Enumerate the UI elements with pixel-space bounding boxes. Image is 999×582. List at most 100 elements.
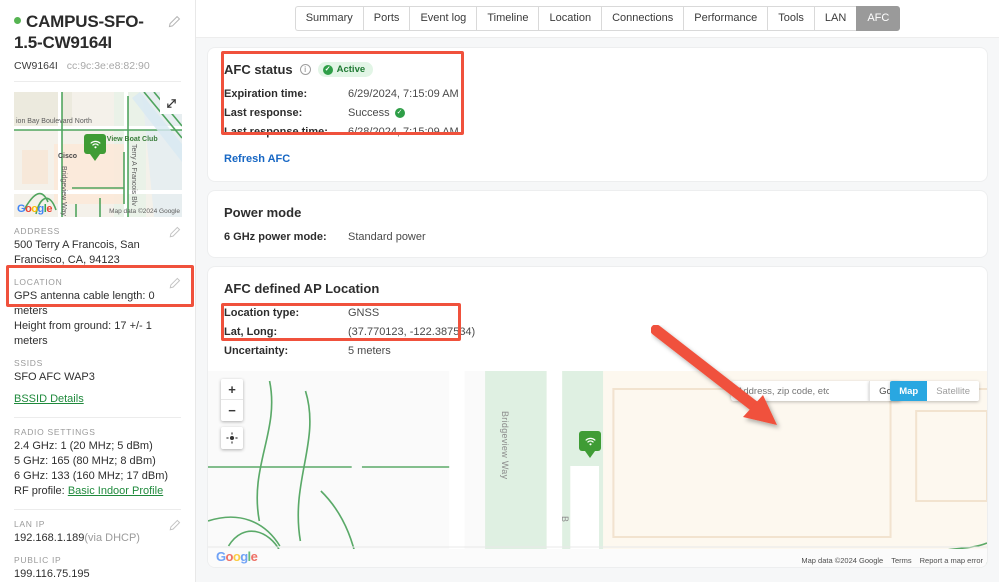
content-area: AFC status i ✓ Active Expiration time: 6…: [196, 38, 999, 582]
page-title: CAMPUS-SFO-1.5-CW9164I: [14, 12, 167, 53]
afc-status-header: AFC status i ✓ Active: [224, 62, 971, 77]
row-last-response-time-key: Last response time:: [224, 126, 328, 138]
refresh-afc-link[interactable]: Refresh AFC: [224, 153, 290, 165]
thumb-street-label-0: ion Bay Boulevard North: [16, 118, 92, 126]
tab-performance[interactable]: Performance: [683, 5, 768, 32]
afc-status-rows: Expiration time: 6/29/2024, 7:15:09 AM L…: [224, 88, 971, 138]
row-expiration-time-value: 6/29/2024, 7:15:09 AM: [348, 88, 459, 100]
map-type-satellite-button[interactable]: Satellite: [927, 381, 979, 401]
wifi-ap-marker-icon: [579, 431, 601, 451]
field-address-label: ADDRESS: [14, 226, 60, 237]
power-mode-card: Power mode 6 GHz power mode: Standard po…: [208, 191, 987, 257]
device-name: CAMPUS-SFO-1.5-CW9164I: [14, 12, 144, 52]
tab-location[interactable]: Location: [538, 5, 602, 32]
map-ap-marker[interactable]: [579, 431, 601, 458]
row-location-type-key: Location type:: [224, 307, 300, 319]
field-radio-settings: RADIO SETTINGS 2.4 GHz: 1 (20 MHz; 5 dBm…: [14, 418, 181, 498]
tab-timeline[interactable]: Timeline: [476, 5, 539, 32]
tab-connections[interactable]: Connections: [601, 5, 684, 32]
main-panel: Summary Ports Event log Timeline Locatio…: [196, 0, 999, 582]
field-lan-ip-label: LAN IP: [14, 518, 46, 529]
radio-line-5: 5 GHz: 165 (80 MHz; 8 dBm): [14, 455, 156, 468]
ap-location-card: AFC defined AP Location Location type: G…: [208, 267, 987, 567]
edit-name-pencil-icon[interactable]: [167, 15, 181, 29]
afc-status-title: AFC status: [224, 62, 293, 77]
check-circle-icon: ✓: [322, 64, 333, 75]
power-mode-title: Power mode: [224, 205, 302, 220]
afc-status-card: AFC status i ✓ Active Expiration time: 6…: [208, 48, 987, 181]
rf-profile-link[interactable]: Basic Indoor Profile: [68, 485, 163, 497]
map-report-error-link[interactable]: Report a map error: [920, 556, 983, 565]
thumb-ap-marker[interactable]: [84, 134, 106, 162]
sidebar-map-thumbnail[interactable]: ion Bay Boulevard North Bay View Boat Cl…: [14, 92, 182, 218]
thumb-poi-cisco: Cisco: [58, 153, 78, 161]
zoom-in-button[interactable]: +: [221, 379, 243, 400]
field-location: LOCATION GPS antenna cable length: 0 met…: [14, 268, 181, 348]
map-zoom-controls: + −: [221, 379, 243, 421]
google-logo: Google: [216, 549, 258, 564]
google-logo: Google: [17, 203, 52, 216]
field-public-ip-value: 199.116.75.195: [14, 567, 90, 580]
row-6ghz-power-mode: 6 GHz power mode: Standard power: [224, 231, 971, 243]
bssid-details-link[interactable]: BSSID Details: [14, 393, 84, 405]
field-ssids: SSIDS SFO AFC WAP3 BSSID Details: [14, 349, 181, 408]
tab-ports[interactable]: Ports: [362, 5, 410, 32]
lan-ip-text: 192.168.1.189: [14, 531, 85, 544]
lan-ip-suffix: (via DHCP): [84, 531, 140, 544]
ap-location-map[interactable]: Bridgeview Way B + − Address, zip code, …: [208, 371, 987, 567]
row-last-response-value: Success ✓: [348, 107, 405, 119]
search-input[interactable]: [731, 385, 835, 397]
expand-map-icon[interactable]: [160, 92, 182, 115]
marker-tail: [90, 154, 100, 162]
map-terms-link[interactable]: Terms: [891, 556, 911, 565]
thumb-street-label-2: Terry A Francois Blv: [130, 144, 137, 207]
ap-location-title: AFC defined AP Location: [224, 281, 380, 296]
map-search-box[interactable]: [731, 381, 869, 401]
row-6ghz-power-mode-key: 6 GHz power mode:: [224, 231, 327, 243]
edit-address-pencil-icon[interactable]: [168, 226, 181, 239]
field-public-ip-label: PUBLIC IP: [14, 554, 62, 565]
edit-location-pencil-icon[interactable]: [168, 277, 181, 290]
row-6ghz-power-mode-value: Standard power: [348, 231, 426, 243]
tab-lan[interactable]: LAN: [813, 5, 857, 32]
status-badge: ✓ Active: [317, 62, 374, 77]
rf-profile-row: RF profile: Basic Indoor Profile: [14, 484, 181, 499]
device-header: CAMPUS-SFO-1.5-CW9164I: [14, 12, 181, 53]
field-address-value: 500 Terry A Francois, San Francisco, CA,…: [14, 239, 140, 267]
radio-line-24: 2.4 GHz: 1 (20 MHz; 5 dBm): [14, 440, 153, 453]
field-location-label: LOCATION: [14, 277, 63, 288]
radio-line-6: 6 GHz: 133 (160 MHz; 17 dBm): [14, 470, 169, 483]
edit-lan-ip-pencil-icon[interactable]: [168, 519, 181, 532]
map-type-map-button[interactable]: Map: [890, 381, 928, 401]
row-last-response-key: Last response:: [224, 107, 303, 119]
map-street-label-b: B: [560, 516, 570, 523]
field-radio-label: RADIO SETTINGS: [14, 427, 96, 438]
field-public-ip: PUBLIC IP 199.116.75.195: [14, 546, 181, 582]
sidebar-divider-top: [14, 81, 181, 83]
thumb-street-label-1: Bridgeview Way: [60, 166, 67, 217]
row-last-response-time-value: 6/28/2024, 7:15:09 AM: [348, 126, 459, 138]
success-check-icon: ✓: [394, 108, 405, 118]
power-mode-rows: 6 GHz power mode: Standard power: [224, 231, 971, 243]
info-icon[interactable]: i: [299, 64, 311, 75]
field-ssids-value: SFO AFC WAP3: [14, 370, 95, 383]
tab-bar: Summary Ports Event log Timeline Locatio…: [196, 0, 999, 38]
zoom-out-button[interactable]: −: [221, 400, 243, 421]
locate-button[interactable]: [221, 427, 243, 449]
field-address: ADDRESS 500 Terry A Francois, San Franci…: [14, 217, 181, 268]
row-last-response-time: Last response time: 6/28/2024, 7:15:09 A…: [224, 126, 971, 138]
status-badge-label: Active: [336, 64, 366, 75]
field-lan-ip: LAN IP 192.168.1.189(via DHCP): [14, 510, 181, 546]
row-lat-long: Lat, Long: (37.770123, -122.387534): [224, 326, 971, 338]
tab-tools[interactable]: Tools: [767, 5, 814, 32]
device-subtitle: CW9164I cc:9c:3e:e8:82:90: [14, 60, 181, 72]
field-ssids-label: SSIDS: [14, 357, 44, 368]
tab-event-log[interactable]: Event log: [409, 5, 477, 32]
tab-summary[interactable]: Summary: [294, 5, 363, 32]
row-uncertainty-value: 5 meters: [348, 345, 391, 357]
tab-afc[interactable]: AFC: [856, 5, 901, 32]
row-location-type-value: GNSS: [348, 307, 380, 319]
wifi-ap-marker-icon: [84, 134, 106, 155]
marker-tail: [585, 451, 595, 458]
crosshair-icon: [226, 432, 238, 444]
